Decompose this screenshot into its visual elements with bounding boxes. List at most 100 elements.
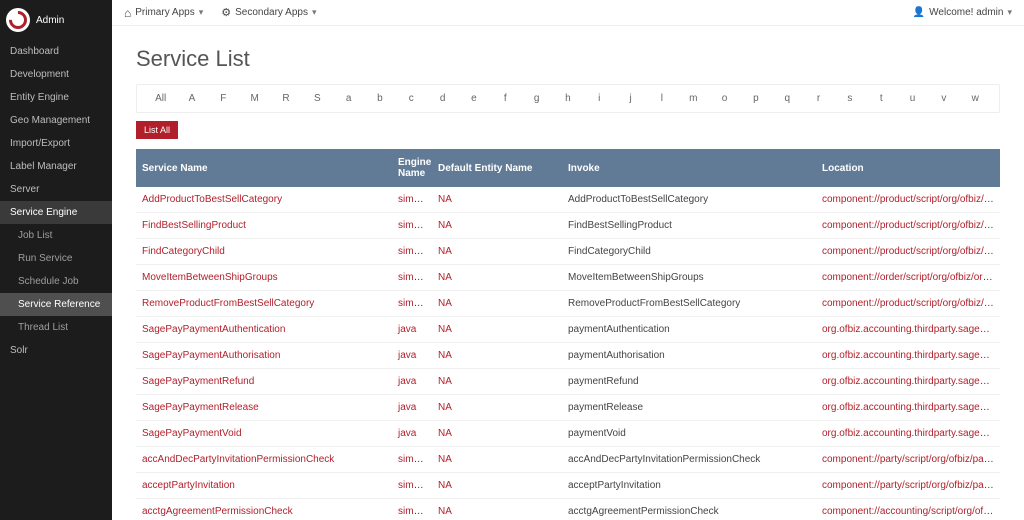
sidebar-item-geo-management[interactable]: Geo Management: [0, 109, 112, 132]
entity-link[interactable]: NA: [438, 454, 452, 465]
engine-link[interactable]: simple: [398, 272, 427, 283]
entity-link[interactable]: NA: [438, 480, 452, 491]
sidebar-item-schedule-job[interactable]: Schedule Job: [0, 270, 112, 293]
engine-link[interactable]: simple: [398, 506, 427, 517]
alpha-filter-u[interactable]: u: [897, 91, 928, 106]
entity-link[interactable]: NA: [438, 272, 452, 283]
alpha-filter-d[interactable]: d: [427, 91, 458, 106]
alpha-filter-s[interactable]: s: [834, 91, 865, 106]
sidebar-item-thread-list[interactable]: Thread List: [0, 316, 112, 339]
entity-link[interactable]: NA: [438, 428, 452, 439]
alpha-filter-l[interactable]: l: [646, 91, 677, 106]
alpha-filter-e[interactable]: e: [458, 91, 489, 106]
alpha-filter-f[interactable]: f: [490, 91, 521, 106]
sidebar-item-solr[interactable]: Solr: [0, 339, 112, 362]
location-link[interactable]: component://party/script/org/ofbiz/party…: [822, 480, 1000, 491]
location-link[interactable]: org.ofbiz.accounting.thirdparty.sagepay.…: [822, 350, 1000, 361]
alpha-filter-a[interactable]: A: [176, 91, 207, 106]
alpha-filter-r[interactable]: R: [270, 91, 301, 106]
sidebar-item-run-service[interactable]: Run Service: [0, 247, 112, 270]
alpha-filter-s[interactable]: S: [302, 91, 333, 106]
engine-link[interactable]: java: [398, 376, 416, 387]
entity-link[interactable]: NA: [438, 194, 452, 205]
col-default-entity[interactable]: Default Entity Name: [432, 149, 562, 187]
entity-link[interactable]: NA: [438, 376, 452, 387]
sidebar-item-service-engine[interactable]: Service Engine: [0, 201, 112, 224]
service-name-link[interactable]: SagePayPaymentVoid: [142, 428, 242, 439]
engine-link[interactable]: simple: [398, 298, 427, 309]
entity-link[interactable]: NA: [438, 402, 452, 413]
engine-link[interactable]: simple: [398, 480, 427, 491]
entity-link[interactable]: NA: [438, 298, 452, 309]
location-link[interactable]: component://party/script/org/ofbiz/party…: [822, 454, 1000, 465]
entity-link[interactable]: NA: [438, 350, 452, 361]
engine-link[interactable]: simple: [398, 220, 427, 231]
alpha-filter-q[interactable]: q: [772, 91, 803, 106]
service-name-link[interactable]: MoveItemBetweenShipGroups: [142, 272, 278, 283]
engine-link[interactable]: java: [398, 428, 416, 439]
location-link[interactable]: component://product/script/org/ofbiz/pro…: [822, 298, 1000, 309]
engine-link[interactable]: java: [398, 350, 416, 361]
service-name-link[interactable]: SagePayPaymentAuthorisation: [142, 350, 280, 361]
alpha-filter-h[interactable]: h: [552, 91, 583, 106]
entity-link[interactable]: NA: [438, 246, 452, 257]
service-name-link[interactable]: AddProductToBestSellCategory: [142, 194, 282, 205]
engine-link[interactable]: simple: [398, 194, 427, 205]
location-link[interactable]: org.ofbiz.accounting.thirdparty.sagepay.…: [822, 324, 1000, 335]
alpha-filter-c[interactable]: c: [396, 91, 427, 106]
entity-link[interactable]: NA: [438, 220, 452, 231]
service-name-link[interactable]: acctgAgreementPermissionCheck: [142, 506, 293, 517]
service-name-link[interactable]: acceptPartyInvitation: [142, 480, 235, 491]
service-name-link[interactable]: FindCategoryChild: [142, 246, 225, 257]
sidebar-item-job-list[interactable]: Job List: [0, 224, 112, 247]
location-link[interactable]: org.ofbiz.accounting.thirdparty.sagepay.…: [822, 376, 1000, 387]
col-invoke[interactable]: Invoke: [562, 149, 816, 187]
alpha-filter-f[interactable]: F: [208, 91, 239, 106]
secondary-apps-menu[interactable]: Secondary Apps: [221, 6, 316, 20]
engine-link[interactable]: simple: [398, 246, 427, 257]
service-name-link[interactable]: RemoveProductFromBestSellCategory: [142, 298, 314, 309]
alpha-filter-i[interactable]: i: [584, 91, 615, 106]
sidebar-item-server[interactable]: Server: [0, 178, 112, 201]
service-name-link[interactable]: FindBestSellingProduct: [142, 220, 246, 231]
location-link[interactable]: component://product/script/org/ofbiz/pro…: [822, 194, 1000, 205]
alpha-filter-r[interactable]: r: [803, 91, 834, 106]
alpha-filter-o[interactable]: o: [709, 91, 740, 106]
user-menu[interactable]: Welcome! admin: [913, 7, 1012, 18]
entity-link[interactable]: NA: [438, 506, 452, 517]
service-name-link[interactable]: SagePayPaymentRelease: [142, 402, 259, 413]
location-link[interactable]: component://product/script/org/ofbiz/pro…: [822, 246, 1000, 257]
alpha-filter-a[interactable]: a: [333, 91, 364, 106]
location-link[interactable]: org.ofbiz.accounting.thirdparty.sagepay.…: [822, 402, 1000, 413]
location-link[interactable]: org.ofbiz.accounting.thirdparty.sagepay.…: [822, 428, 1000, 439]
col-engine-name[interactable]: Engine Name: [392, 149, 432, 187]
engine-link[interactable]: java: [398, 324, 416, 335]
alpha-filter-p[interactable]: p: [740, 91, 771, 106]
alpha-filter-w[interactable]: w: [960, 91, 991, 106]
entity-link[interactable]: NA: [438, 324, 452, 335]
alpha-filter-v[interactable]: v: [928, 91, 959, 106]
sidebar-item-dashboard[interactable]: Dashboard: [0, 40, 112, 63]
location-link[interactable]: component://order/script/org/ofbiz/order…: [822, 272, 1000, 283]
alpha-filter-all[interactable]: All: [145, 91, 176, 106]
primary-apps-menu[interactable]: Primary Apps: [124, 6, 203, 20]
service-name-link[interactable]: accAndDecPartyInvitationPermissionCheck: [142, 454, 334, 465]
alpha-filter-t[interactable]: t: [866, 91, 897, 106]
alpha-filter-m[interactable]: m: [678, 91, 709, 106]
col-service-name[interactable]: Service Name: [136, 149, 392, 187]
service-name-link[interactable]: SagePayPaymentAuthentication: [142, 324, 285, 335]
alpha-filter-j[interactable]: j: [615, 91, 646, 106]
alpha-filter-b[interactable]: b: [364, 91, 395, 106]
sidebar-item-import-export[interactable]: Import/Export: [0, 132, 112, 155]
alpha-filter-g[interactable]: g: [521, 91, 552, 106]
alpha-filter-m[interactable]: M: [239, 91, 270, 106]
service-name-link[interactable]: SagePayPaymentRefund: [142, 376, 254, 387]
sidebar-item-label-manager[interactable]: Label Manager: [0, 155, 112, 178]
engine-link[interactable]: simple: [398, 454, 427, 465]
sidebar-item-development[interactable]: Development: [0, 63, 112, 86]
col-location[interactable]: Location: [816, 149, 1000, 187]
sidebar-item-entity-engine[interactable]: Entity Engine: [0, 86, 112, 109]
location-link[interactable]: component://accounting/script/org/ofbiz/…: [822, 506, 1000, 517]
location-link[interactable]: component://product/script/org/ofbiz/pro…: [822, 220, 1000, 231]
list-all-button[interactable]: List All: [136, 121, 178, 139]
